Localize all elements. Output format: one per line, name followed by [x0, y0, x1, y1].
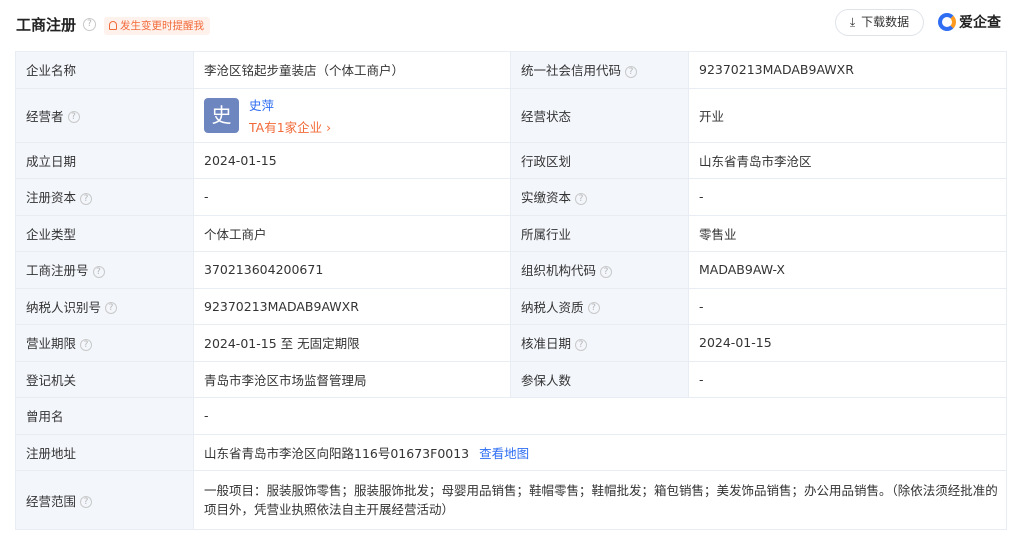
label-reg-number: 工商注册号? [15, 251, 194, 289]
label-reg-capital: 注册资本? [15, 178, 194, 216]
value-industry: 零售业 [688, 214, 1007, 252]
table-row: 营业期限? 2024-01-15 至 无固定期限 核准日期? 2024-01-1… [15, 324, 1007, 362]
value-former-name: - [193, 397, 1007, 435]
brand-name: 爱企查 [959, 15, 1001, 31]
help-icon[interactable]: ? [575, 338, 588, 351]
label-taxpayer-qual: 纳税人资质? [510, 287, 689, 325]
table-row: 经营范围? 一般项目：服装服饰零售；服装服饰批发；母婴用品销售；鞋帽零售；鞋帽批… [15, 470, 1007, 530]
help-icon[interactable]: ? [80, 496, 93, 508]
view-map-link[interactable]: 查看地图 [479, 446, 529, 461]
table-row: 工商注册号? 370213604200671 组织机构代码? MADAB9AW-… [15, 251, 1007, 289]
value-approval-date: 2024-01-15 [688, 324, 1007, 362]
label-credit-code: 统一社会信用代码? [510, 51, 689, 89]
value-taxpayer-qual: - [688, 287, 1007, 325]
download-data-button[interactable]: ⤓ 下载数据 [835, 9, 924, 36]
label-org-code: 组织机构代码? [510, 251, 689, 289]
value-operator: 史 史萍 TA有1家企业 › [193, 87, 511, 143]
value-credit-code: 92370213MADAB9AWXR [688, 51, 1007, 89]
table-row: 纳税人识别号? 92370213MADAB9AWXR 纳税人资质? - [15, 287, 1007, 325]
label-company-type: 企业类型 [15, 214, 194, 252]
help-icon[interactable]: ? [83, 18, 96, 31]
label-term: 营业期限? [15, 324, 194, 362]
value-paid-capital: - [688, 178, 1007, 216]
brand-logo[interactable]: 爱企查 [938, 12, 1001, 34]
download-icon: ⤓ [849, 15, 856, 29]
operator-companies-link[interactable]: TA有1家企业 › [249, 117, 331, 136]
table-row: 登记机关 青岛市李沧区市场监督管理局 参保人数 - [15, 360, 1007, 398]
label-taxpayer-id: 纳税人识别号? [15, 287, 194, 325]
label-scope: 经营范围? [15, 470, 194, 530]
label-insured: 参保人数 [510, 360, 689, 398]
value-founded: 2024-01-15 [193, 141, 511, 179]
bell-icon [109, 21, 117, 30]
label-company-name: 企业名称 [15, 51, 194, 89]
value-address: 山东省青岛市李沧区向阳路116号01673F0013 查看地图 [193, 433, 1007, 471]
help-icon[interactable]: ? [575, 192, 588, 205]
help-icon[interactable]: ? [600, 265, 613, 278]
value-reg-capital: - [193, 178, 511, 216]
value-reg-number: 370213604200671 [193, 251, 511, 289]
label-industry: 所属行业 [510, 214, 689, 252]
table-row: 成立日期 2024-01-15 行政区划 山东省青岛市李沧区 [15, 141, 1007, 179]
avatar[interactable]: 史 [204, 97, 239, 133]
help-icon[interactable]: ? [625, 65, 638, 78]
address-text: 山东省青岛市李沧区向阳路116号01673F0013 [204, 445, 470, 461]
table-row: 企业类型 个体工商户 所属行业 零售业 [15, 214, 1007, 252]
help-icon[interactable]: ? [92, 265, 105, 278]
label-founded: 成立日期 [15, 141, 194, 179]
label-address: 注册地址 [15, 433, 194, 471]
label-status: 经营状态 [510, 87, 689, 143]
value-region: 山东省青岛市李沧区 [688, 141, 1007, 179]
table-row: 企业名称 李沧区铭起步童装店（个体工商户） 统一社会信用代码? 92370213… [15, 51, 1007, 89]
value-taxpayer-id: 92370213MADAB9AWXR [193, 287, 511, 325]
value-authority: 青岛市李沧区市场监督管理局 [193, 360, 511, 398]
help-icon[interactable]: ? [80, 338, 93, 351]
section-header: 工商注册 ? 发生变更时提醒我 ⤓ 下载数据 爱企查 [0, 0, 1024, 50]
value-status: 开业 [688, 87, 1007, 143]
help-icon[interactable]: ? [587, 302, 600, 315]
help-icon[interactable]: ? [80, 192, 93, 205]
change-remind-label: 发生变更时提醒我 [120, 20, 204, 32]
table-row: 注册资本? - 实缴资本? - [15, 178, 1007, 216]
help-icon[interactable]: ? [67, 111, 80, 123]
help-icon[interactable]: ? [105, 302, 118, 315]
table-row: 曾用名 - [15, 397, 1007, 435]
label-former-name: 曾用名 [15, 397, 194, 435]
label-authority: 登记机关 [15, 360, 194, 398]
label-region: 行政区划 [510, 141, 689, 179]
registration-info-table: 企业名称 李沧区铭起步童装店（个体工商户） 统一社会信用代码? 92370213… [15, 51, 1007, 530]
operator-name-link[interactable]: 史萍 [249, 95, 331, 114]
value-company-name: 李沧区铭起步童装店（个体工商户） [193, 51, 511, 89]
value-insured: - [688, 360, 1007, 398]
label-approval-date: 核准日期? [510, 324, 689, 362]
value-term: 2024-01-15 至 无固定期限 [193, 324, 511, 362]
section-title: 工商注册 [16, 16, 77, 34]
download-label: 下载数据 [861, 15, 910, 29]
table-row: 注册地址 山东省青岛市李沧区向阳路116号01673F0013 查看地图 [15, 433, 1007, 471]
value-company-type: 个体工商户 [193, 214, 511, 252]
label-paid-capital: 实缴资本? [510, 178, 689, 216]
change-remind-button[interactable]: 发生变更时提醒我 [104, 17, 210, 35]
value-org-code: MADAB9AW-X [688, 251, 1007, 289]
table-row: 经营者? 史 史萍 TA有1家企业 › 经营状态 开业 [15, 87, 1007, 143]
value-scope: 一般项目：服装服饰零售；服装服饰批发；母婴用品销售；鞋帽零售；鞋帽批发；箱包销售… [193, 470, 1007, 530]
brand-logo-icon [938, 13, 956, 31]
label-operator: 经营者? [15, 87, 194, 143]
